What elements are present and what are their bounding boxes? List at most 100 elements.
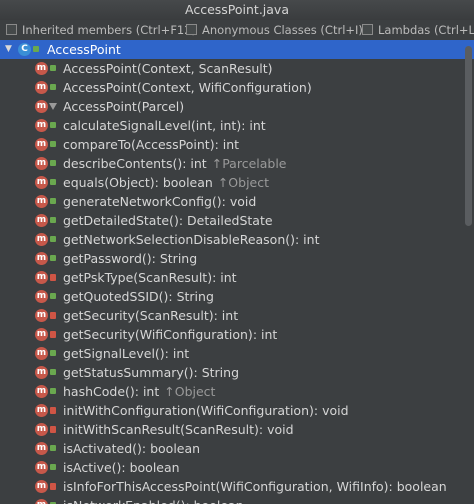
member-row[interactable]: m isActivated(): boolean <box>0 439 474 458</box>
private-visibility-icon <box>50 274 56 281</box>
class-name: AccessPoint <box>47 42 121 57</box>
member-row[interactable]: m compareTo(AccessPoint): int <box>0 135 474 154</box>
member-label: getSecurity(WifiConfiguration): int <box>63 327 278 342</box>
member-row[interactable]: m hashCode(): int ↑Object <box>0 382 474 401</box>
member-row[interactable]: m AccessPoint(Parcel) <box>0 97 474 116</box>
member-signature: equals(Object): boolean ↑Object <box>63 173 269 192</box>
member-row[interactable]: m calculateSignalLevel(int, int): int <box>0 116 474 135</box>
member-signature: getQuotedSSID(): String <box>63 287 214 306</box>
member-signature: isActivated(): boolean <box>63 439 200 458</box>
member-label: compareTo(AccessPoint): int <box>63 137 240 152</box>
member-row[interactable]: m isInfoForThisAccessPoint(WifiConfigurat… <box>0 477 474 496</box>
member-row[interactable]: m getPassword(): String <box>0 249 474 268</box>
method-icon: m <box>35 290 48 303</box>
member-signature: AccessPoint(Context, WifiConfiguration) <box>63 78 312 97</box>
member-signature: getDetailedState(): DetailedState <box>63 211 273 230</box>
method-icon: m <box>35 423 48 436</box>
expand-arrow-icon[interactable]: ▼ <box>5 40 15 59</box>
vertical-scrollbar[interactable] <box>465 46 472 226</box>
method-icon: m <box>35 157 48 170</box>
method-icon: m <box>35 100 48 113</box>
public-visibility-icon <box>50 236 56 242</box>
member-row[interactable]: m getSignalLevel(): int <box>0 344 474 363</box>
method-icon: m <box>35 252 48 265</box>
method-icon: m <box>35 366 48 379</box>
member-row[interactable]: m getStatusSummary(): String <box>0 363 474 382</box>
inherited-from-label: ↑Object <box>217 175 270 190</box>
public-visibility-icon <box>50 179 56 185</box>
method-icon: m <box>35 328 48 341</box>
method-icon: m <box>35 442 48 455</box>
member-label: AccessPoint(Context, WifiConfiguration) <box>63 80 312 95</box>
member-signature: generateNetworkConfig(): void <box>63 192 256 211</box>
filter-label: Lambdas (Ctrl+L) <box>378 23 474 37</box>
method-icon: m <box>35 195 48 208</box>
member-label: isNetworkEnabled(): boolean <box>63 498 244 504</box>
member-label: getSignalLevel(): int <box>63 346 190 361</box>
method-icon: m <box>35 271 48 284</box>
public-visibility-icon <box>50 464 56 470</box>
filter-label: Inherited members (Ctrl+F12) <box>22 23 197 37</box>
filter-bar: Inherited members (Ctrl+F12) Anonymous C… <box>0 20 474 41</box>
method-icon: m <box>35 62 48 75</box>
member-row[interactable]: m getQuotedSSID(): String <box>0 287 474 306</box>
member-label: AccessPoint(Parcel) <box>63 99 185 114</box>
member-row[interactable]: m AccessPoint(Context, ScanResult) <box>0 59 474 78</box>
member-row[interactable]: m describeContents(): int ↑Parcelable <box>0 154 474 173</box>
member-label: initWithScanResult(ScanResult): void <box>63 422 294 437</box>
filter-anonymous-classes[interactable]: Anonymous Classes (Ctrl+I) <box>186 22 363 38</box>
checkbox-icon[interactable] <box>186 24 197 35</box>
member-signature: getSecurity(ScanResult): int <box>63 306 238 325</box>
member-signature: calculateSignalLevel(int, int): int <box>63 116 266 135</box>
member-row[interactable]: m equals(Object): boolean ↑Object <box>0 173 474 192</box>
member-label: getDetailedState(): DetailedState <box>63 213 273 228</box>
member-row[interactable]: m generateNetworkConfig(): void <box>0 192 474 211</box>
member-row[interactable]: m getNetworkSelectionDisableReason(): int <box>0 230 474 249</box>
member-label: getPskType(ScanResult): int <box>63 270 237 285</box>
member-label: initWithConfiguration(WifiConfiguration)… <box>63 403 349 418</box>
member-signature: initWithConfiguration(WifiConfiguration)… <box>63 401 349 420</box>
member-label: AccessPoint(Context, ScanResult) <box>63 61 273 76</box>
method-icon: m <box>35 347 48 360</box>
private-visibility-icon <box>50 426 56 433</box>
method-icon: m <box>35 138 48 151</box>
private-visibility-icon <box>50 407 56 414</box>
public-visibility-icon <box>50 84 56 90</box>
public-visibility-icon <box>50 65 56 71</box>
member-signature: compareTo(AccessPoint): int <box>63 135 239 154</box>
structure-tree[interactable]: ▼ C AccessPoint m AccessPoint(Context, Sc… <box>0 40 474 504</box>
checkbox-icon[interactable] <box>6 24 17 35</box>
member-label: isInfoForThisAccessPoint(WifiConfigurati… <box>63 479 447 494</box>
member-row[interactable]: m getDetailedState(): DetailedState <box>0 211 474 230</box>
member-signature: initWithScanResult(ScanResult): void <box>63 420 294 439</box>
checkbox-icon[interactable] <box>362 24 373 35</box>
filter-inherited-members[interactable]: Inherited members (Ctrl+F12) <box>6 22 196 38</box>
member-row[interactable]: m getPskType(ScanResult): int <box>0 268 474 287</box>
member-label: getStatusSummary(): String <box>63 365 240 380</box>
member-row[interactable]: m isNetworkEnabled(): boolean <box>0 496 474 504</box>
member-row[interactable]: m getSecurity(ScanResult): int <box>0 306 474 325</box>
member-row[interactable]: m isActive(): boolean <box>0 458 474 477</box>
member-row[interactable]: m AccessPoint(Context, WifiConfiguration) <box>0 78 474 97</box>
public-visibility-icon <box>50 160 56 166</box>
member-label: calculateSignalLevel(int, int): int <box>63 118 266 133</box>
method-icon: m <box>35 214 48 227</box>
member-label: describeContents(): int <box>63 156 207 171</box>
member-row[interactable]: m getSecurity(WifiConfiguration): int <box>0 325 474 344</box>
filter-lambdas[interactable]: Lambdas (Ctrl+L) <box>362 22 474 38</box>
member-row[interactable]: m initWithScanResult(ScanResult): void <box>0 420 474 439</box>
inherited-from-label: ↑Object <box>164 384 216 399</box>
public-visibility-icon <box>33 46 39 52</box>
member-label: getSecurity(ScanResult): int <box>63 308 239 323</box>
member-signature: getNetworkSelectionDisableReason(): int <box>63 230 319 249</box>
method-icon: m <box>35 404 48 417</box>
method-icon: m <box>35 480 48 493</box>
member-label: generateNetworkConfig(): void <box>63 194 257 209</box>
member-row[interactable]: m initWithConfiguration(WifiConfiguration… <box>0 401 474 420</box>
member-signature: describeContents(): int ↑Parcelable <box>63 154 287 173</box>
inherited-from-label: ↑Parcelable <box>211 156 287 171</box>
public-visibility-icon <box>50 369 56 375</box>
tree-root-class[interactable]: ▼ C AccessPoint <box>0 40 474 59</box>
member-label: equals(Object): boolean <box>63 175 213 190</box>
method-icon: m <box>35 309 48 322</box>
